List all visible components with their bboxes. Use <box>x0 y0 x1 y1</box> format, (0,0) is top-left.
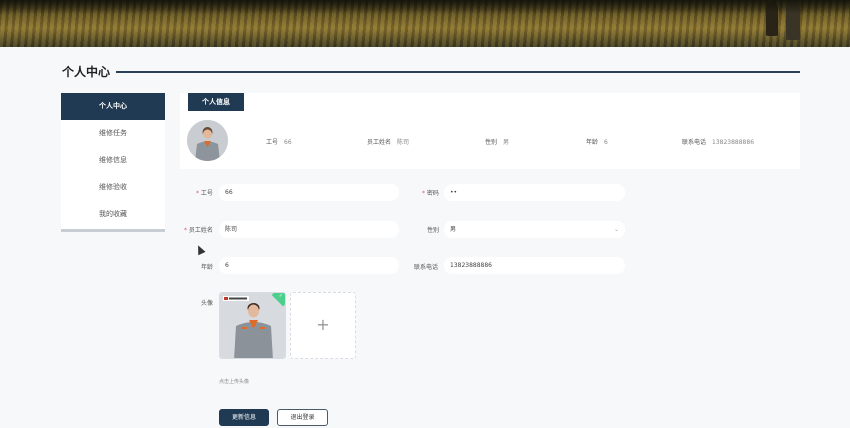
banner-person-figure <box>786 0 800 40</box>
sidebar-item-repair-info[interactable]: 维修信息 <box>61 147 165 174</box>
profile-info-card: 个人信息 工号 66 员工姓名 陈司 性别男 年龄 6 联系电话 13823888886 <box>180 93 800 169</box>
info-age: 年龄 6 <box>586 139 608 146</box>
gender-select-value: 男 <box>450 226 457 233</box>
sidebar-item-favorites[interactable]: 我的收藏 <box>61 201 165 228</box>
gender-select[interactable]: 男 ⌄ <box>444 221 625 238</box>
employee-id-input[interactable]: 66 <box>219 184 399 201</box>
name-input[interactable]: 陈司 <box>219 221 399 238</box>
page-title-section: 个人中心 <box>62 63 800 81</box>
sidebar-item-profile[interactable]: 个人中心 <box>61 93 165 120</box>
phone-input[interactable]: 13823888886 <box>444 257 625 274</box>
info-phone: 联系电话 13823888886 <box>682 139 755 146</box>
sidebar-scrollbar[interactable] <box>61 229 165 232</box>
plus-icon: + <box>316 315 330 334</box>
employee-id-label: * 工号 <box>196 190 213 197</box>
avatar-upload-preview[interactable]: ✓ <box>219 292 286 359</box>
check-icon: ✓ <box>278 292 284 299</box>
info-employee-id: 工号 66 <box>266 139 292 146</box>
avatar <box>187 120 228 161</box>
chevron-down-icon: ⌄ <box>613 226 619 233</box>
phone-label: 联系电话 <box>414 264 439 271</box>
logout-button[interactable]: 退出登录 <box>277 409 328 426</box>
title-divider <box>116 71 800 73</box>
update-info-button[interactable]: 更新信息 <box>219 409 269 426</box>
name-label: * 员工姓名 <box>184 227 213 234</box>
gender-label: 性别 <box>427 227 440 234</box>
password-label: * 密码 <box>422 190 439 197</box>
sidebar-item-repair-acceptance[interactable]: 维修验收 <box>61 174 165 201</box>
avatar-upload-button[interactable]: + <box>290 292 356 359</box>
mouse-cursor <box>194 243 206 256</box>
header-banner <box>0 0 850 47</box>
password-input[interactable]: •• <box>444 184 625 201</box>
avatar-label: 头像 <box>201 300 214 307</box>
tab-personal-info[interactable]: 个人信息 <box>188 93 244 111</box>
avatar-upload-tip: 点击上传头像 <box>219 379 250 385</box>
page-title: 个人中心 <box>62 65 111 79</box>
sidebar-item-repair-tasks[interactable]: 维修任务 <box>61 120 165 147</box>
age-input[interactable]: 6 <box>219 257 399 274</box>
banner-person-figure <box>766 2 778 36</box>
sidebar: 个人中心 维修任务 维修信息 维修验收 我的收藏 <box>61 93 165 232</box>
age-label: 年龄 <box>201 264 214 271</box>
info-gender: 性别男 <box>485 139 510 146</box>
info-employee-name: 员工姓名 陈司 <box>367 139 410 146</box>
